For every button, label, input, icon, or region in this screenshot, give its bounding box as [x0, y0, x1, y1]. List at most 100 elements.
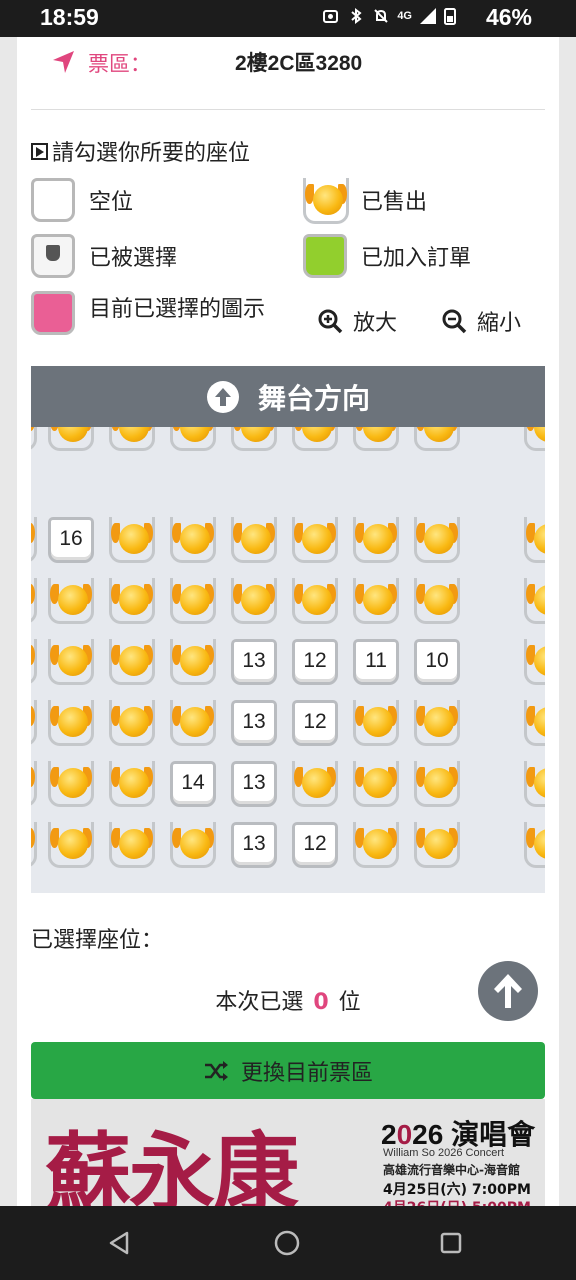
seat-available[interactable]: 16: [48, 517, 94, 563]
banner-date-2: 4月26日(日) 5:00PM: [383, 1197, 531, 1206]
ticket-zone-value: 2樓2C區3280: [235, 52, 363, 75]
selected-seats-label: 已選擇座位：: [31, 928, 164, 953]
in-order-seat-icon: [303, 234, 347, 278]
seat-sold: [353, 700, 399, 746]
seat-number: 12: [303, 832, 327, 855]
seat-number: 14: [181, 771, 205, 794]
seat-available[interactable]: 13: [231, 761, 277, 807]
seat-available[interactable]: 13: [231, 700, 277, 746]
seat-sold: [353, 578, 399, 624]
selected-seat-icon: [31, 234, 75, 278]
seat-instruction: 請勾選你所要的座位: [31, 135, 250, 167]
home-icon[interactable]: [270, 1226, 304, 1260]
battery-percent: 46%: [485, 4, 532, 30]
location-arrow-icon: [53, 51, 74, 73]
seat-sold: [109, 427, 155, 451]
seat-number: 10: [425, 649, 449, 672]
empty-seat-icon: [31, 178, 75, 222]
seat-number: 12: [303, 649, 327, 672]
seat-instruction-text: 請勾選你所要的座位: [52, 141, 251, 166]
seat-edge: [31, 761, 37, 807]
legend-current: 目前已選擇的圖示: [31, 291, 269, 335]
seat-available[interactable]: 13: [231, 639, 277, 685]
zoom-in-button[interactable]: 放大: [317, 305, 397, 337]
stage-direction-label: 舞台方向: [257, 381, 370, 415]
seat-number: 12: [303, 710, 327, 733]
legend-selected-label: 已被選擇: [89, 246, 178, 271]
scroll-to-top-button[interactable]: [478, 961, 538, 1021]
seat-edge: [31, 517, 37, 563]
seat-sold: [109, 761, 155, 807]
count-value: 0: [313, 990, 329, 1015]
seat-sold: [48, 761, 94, 807]
seat-sold: [170, 578, 216, 624]
seat-sold: [109, 700, 155, 746]
seat-sold: [48, 427, 94, 451]
seat-available[interactable]: 12: [292, 639, 338, 685]
seat-available[interactable]: 11: [353, 639, 399, 685]
seat-available[interactable]: 13: [231, 822, 277, 868]
banner-artist: 蘇永康: [45, 1123, 299, 1206]
count-prefix: 本次已選: [215, 990, 304, 1015]
recents-icon[interactable]: [434, 1226, 468, 1260]
seat-edge: [524, 517, 545, 563]
seat-map[interactable]: 16 13 12 11 10 13 12 14 13 13 12: [31, 427, 545, 893]
android-nav-bar: [0, 1206, 576, 1280]
screenshot-icon: [323, 10, 339, 23]
seat-available[interactable]: 12: [292, 822, 338, 868]
back-icon[interactable]: [103, 1226, 137, 1260]
seat-edge: [31, 822, 37, 868]
banner-venue: 高雄流行音樂中心-海音館: [383, 1163, 520, 1177]
seat-number: 11: [365, 649, 387, 672]
seat-sold: [231, 578, 277, 624]
legend-selected: 已被選擇: [31, 234, 177, 278]
seat-number: 13: [242, 649, 266, 672]
legend-in-order-label: 已加入訂單: [361, 246, 472, 271]
network-type: 4G: [397, 10, 412, 22]
change-zone-button[interactable]: 更換目前票區: [31, 1042, 545, 1099]
seat-edge: [524, 822, 545, 868]
legend-sold-label: 已售出: [361, 190, 428, 215]
status-time: 18:59: [40, 4, 99, 30]
count-suffix: 位: [338, 990, 361, 1015]
shuffle-icon: [204, 1060, 228, 1081]
seat-sold: [414, 517, 460, 563]
seat-edge: [31, 578, 37, 624]
seat-sold: [292, 578, 338, 624]
ticket-zone-row: 票區： 2樓2C區3280: [17, 37, 559, 89]
seat-sold: [231, 517, 277, 563]
zoom-out-button[interactable]: 縮小: [441, 305, 521, 337]
seat-available[interactable]: 10: [414, 639, 460, 685]
seat-sold: [414, 761, 460, 807]
banner-english: William So 2026 Concert: [383, 1147, 505, 1159]
page-content: 票區： 2樓2C區3280 請勾選你所要的座位 空位 已售出 已被選擇 已加入訂…: [17, 37, 559, 1206]
seat-edge: [31, 427, 37, 451]
bluetooth-icon: [351, 8, 362, 24]
seat-sold: [48, 639, 94, 685]
sold-seat-icon: [303, 178, 349, 224]
seat-sold: [292, 517, 338, 563]
seat-sold: [109, 639, 155, 685]
seat-available[interactable]: 12: [292, 700, 338, 746]
seat-edge: [524, 427, 545, 451]
seat-sold: [353, 517, 399, 563]
seat-sold: [109, 578, 155, 624]
concert-banner[interactable]: 蘇永康 2026 演唱會 William So 2026 Concert 高雄流…: [31, 1099, 545, 1206]
seat-sold: [353, 822, 399, 868]
signal-icon: [420, 8, 436, 24]
seat-available[interactable]: 14: [170, 761, 216, 807]
seat-sold: [48, 822, 94, 868]
status-icons: 4G: [322, 7, 456, 25]
legend-in-order: 已加入訂單: [303, 234, 471, 278]
seat-sold: [48, 700, 94, 746]
zoom-out-label: 縮小: [477, 311, 522, 336]
seat-sold: [414, 427, 460, 451]
seat-edge: [31, 700, 37, 746]
current-seat-icon: [31, 291, 75, 335]
seat-sold: [170, 822, 216, 868]
seat-number: 13: [242, 832, 266, 855]
seat-sold: [353, 427, 399, 451]
seat-sold: [292, 761, 338, 807]
banner-date-1: 4月25日(六) 7:00PM: [383, 1182, 531, 1198]
seat-sold: [414, 578, 460, 624]
